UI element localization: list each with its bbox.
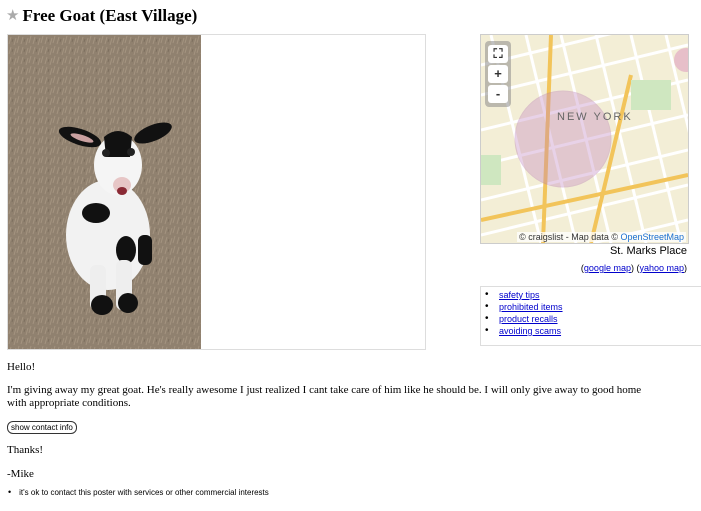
posting-title: Free Goat (East Village)	[22, 6, 198, 25]
zoom-in-button[interactable]: +	[488, 65, 508, 83]
safety-tips-box: safety tips prohibited items product rec…	[480, 286, 701, 346]
list-item: prohibited items	[485, 301, 701, 313]
yahoo-map-link[interactable]: yahoo map	[639, 263, 684, 273]
zoom-out-button[interactable]: -	[488, 85, 508, 103]
product-recalls-link[interactable]: product recalls	[499, 314, 558, 324]
location-map[interactable]: ⛶ + - NEW YORK © craigslist - Map data ©…	[480, 34, 689, 244]
fullscreen-button[interactable]: ⛶	[488, 45, 508, 63]
map-city-label: NEW YORK	[557, 111, 633, 123]
star-icon[interactable]: ★	[6, 8, 19, 24]
posting-title-bar: ★ Free Goat (East Village)	[6, 6, 197, 26]
map-attribution-text: © craigslist - Map data ©	[519, 232, 621, 242]
map-links: (google map) (yahoo map)	[580, 263, 687, 273]
posting-thanks: Thanks!	[7, 444, 44, 456]
google-map-link[interactable]: google map	[584, 263, 631, 273]
avoiding-scams-link[interactable]: avoiding scams	[499, 326, 561, 336]
commercial-contact-notice: it's ok to contact this poster with serv…	[8, 487, 269, 497]
map-address: St. Marks Place	[609, 245, 687, 257]
map-tiles	[481, 35, 688, 243]
openstreetmap-link[interactable]: OpenStreetMap	[620, 232, 684, 242]
prohibited-items-link[interactable]: prohibited items	[499, 302, 563, 312]
list-item: product recalls	[485, 313, 701, 325]
list-item: safety tips	[485, 289, 701, 301]
posting-signature: -Mike	[7, 468, 34, 480]
map-attribution: © craigslist - Map data © OpenStreetMap	[517, 232, 686, 242]
map-zoom-controls: ⛶ + -	[485, 41, 511, 107]
posting-greeting: Hello!	[7, 361, 36, 373]
image-gallery	[7, 34, 426, 350]
posting-body: I'm giving away my great goat. He's real…	[7, 384, 642, 409]
goat-photo-illustration	[8, 35, 201, 349]
goat-photo[interactable]	[8, 35, 201, 349]
show-contact-info-button[interactable]: show contact info	[7, 421, 77, 434]
list-item: avoiding scams	[485, 325, 701, 337]
safety-tips-link[interactable]: safety tips	[499, 290, 540, 300]
